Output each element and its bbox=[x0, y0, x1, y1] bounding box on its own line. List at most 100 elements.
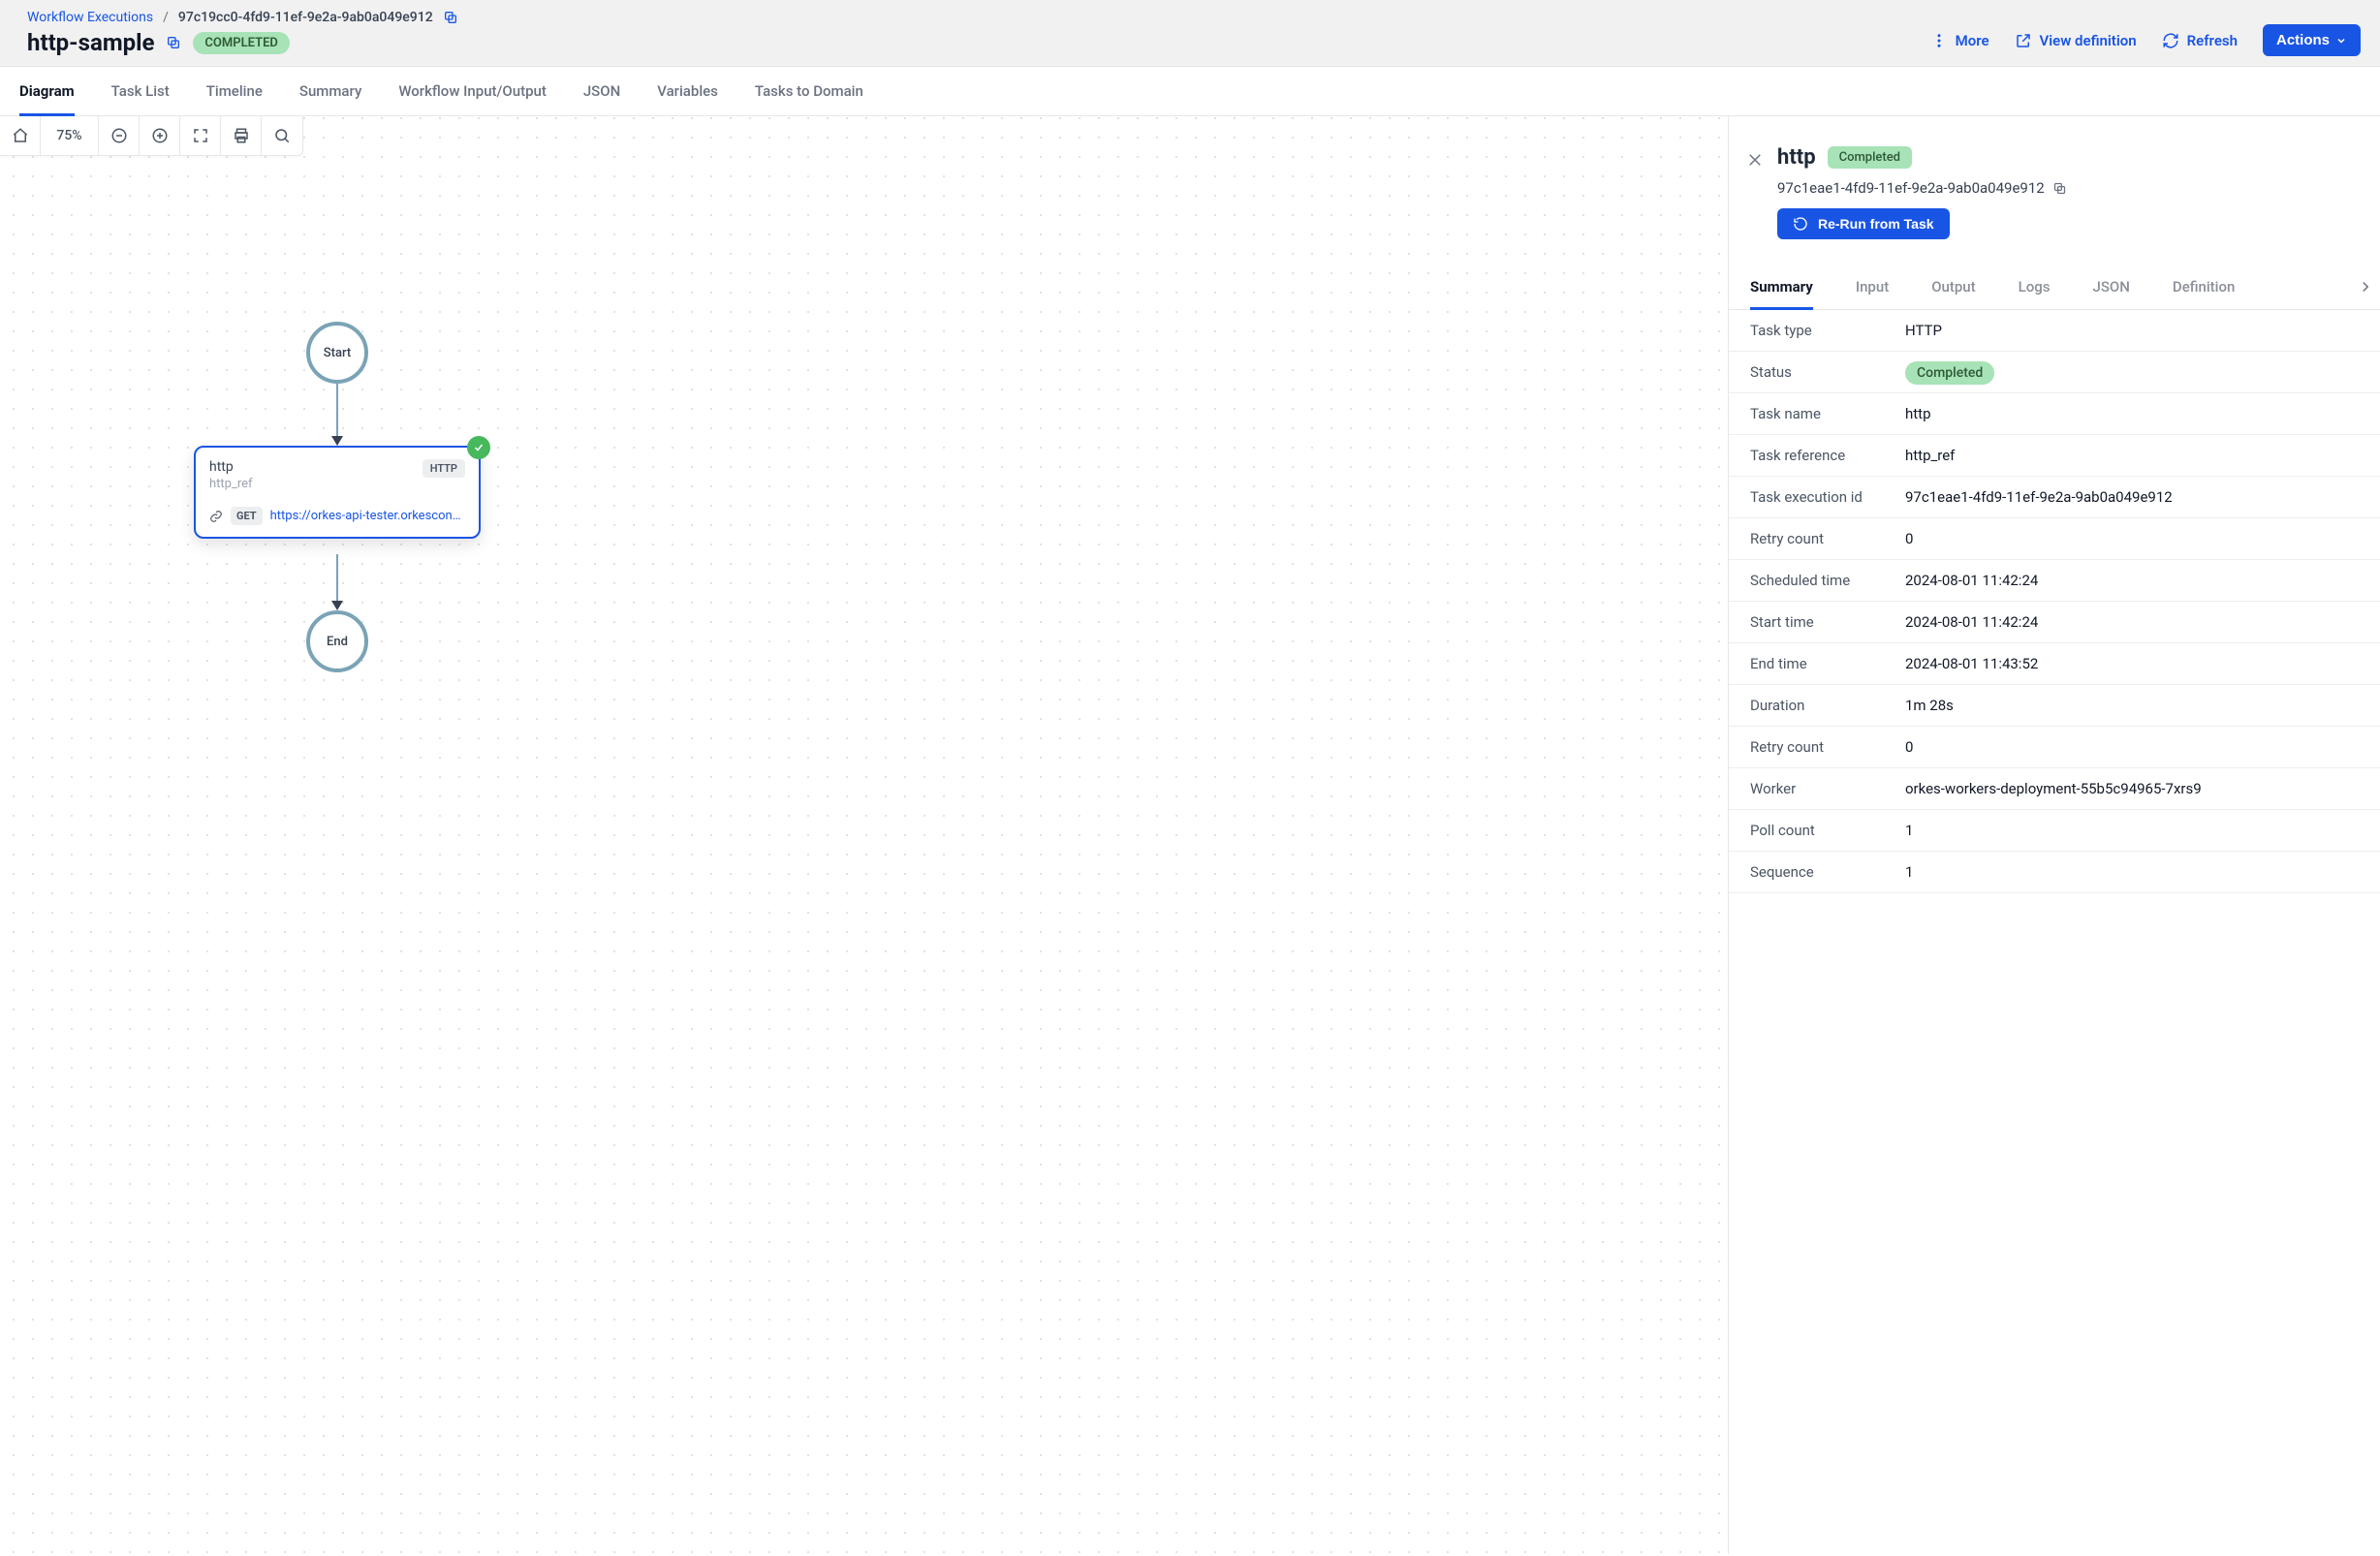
summary-value: Completed bbox=[1905, 363, 2359, 381]
summary-key: Worker bbox=[1750, 780, 1905, 797]
panel-tabs: Summary Input Output Logs JSON Definition bbox=[1729, 268, 2380, 310]
panel-tab-output[interactable]: Output bbox=[1931, 268, 1975, 310]
more-label: More bbox=[1956, 32, 1989, 49]
more-icon bbox=[1930, 32, 1948, 49]
summary-value: 1 bbox=[1905, 863, 2359, 881]
panel-tab-summary[interactable]: Summary bbox=[1750, 268, 1813, 310]
tab-diagram[interactable]: Diagram bbox=[19, 67, 75, 116]
check-icon bbox=[467, 436, 490, 459]
summary-value: 1 bbox=[1905, 822, 2359, 839]
summary-value: 0 bbox=[1905, 738, 2359, 756]
diagram-task-node[interactable]: http http_ref HTTP GET https://orkes-api… bbox=[194, 446, 481, 539]
close-icon[interactable] bbox=[1746, 151, 1764, 169]
refresh-button[interactable]: Refresh bbox=[2162, 32, 2238, 49]
summary-key: Poll count bbox=[1750, 822, 1905, 839]
tab-timeline[interactable]: Timeline bbox=[206, 67, 263, 116]
diagram-start-node[interactable]: Start bbox=[306, 322, 368, 384]
node-type-badge: HTTP bbox=[423, 459, 465, 478]
tab-variables[interactable]: Variables bbox=[657, 67, 718, 116]
summary-row: Retry count0 bbox=[1729, 518, 2380, 560]
main-tabs: Diagram Task List Timeline Summary Workflow … bbox=[0, 67, 2380, 116]
copy-title-icon[interactable] bbox=[166, 35, 181, 50]
task-status-badge: Completed bbox=[1828, 146, 1912, 169]
http-method-badge: GET bbox=[231, 507, 263, 525]
summary-row: Scheduled time2024-08-01 11:42:24 bbox=[1729, 560, 2380, 602]
summary-key: Scheduled time bbox=[1750, 572, 1905, 589]
copy-icon[interactable] bbox=[443, 10, 458, 25]
summary-value: 0 bbox=[1905, 530, 2359, 547]
summary-row: Start time2024-08-01 11:42:24 bbox=[1729, 602, 2380, 643]
summary-key: Task execution id bbox=[1750, 488, 1905, 506]
breadcrumb-separator: / bbox=[163, 10, 169, 25]
summary-row: Sequence1 bbox=[1729, 852, 2380, 893]
summary-value: orkes-workers-deployment-55b5c94965-7xrs… bbox=[1905, 780, 2359, 797]
panel-tab-json[interactable]: JSON bbox=[2093, 268, 2130, 310]
zoom-out-button[interactable] bbox=[99, 116, 140, 155]
zoom-percent[interactable]: 75% bbox=[41, 116, 99, 155]
search-button[interactable] bbox=[262, 116, 302, 155]
summary-key: Task type bbox=[1750, 322, 1905, 339]
rerun-icon bbox=[1793, 216, 1808, 232]
diagram-canvas[interactable]: 75% Start bbox=[0, 116, 1729, 1554]
panel-body: Task typeHTTPStatusCompletedTask namehtt… bbox=[1729, 310, 2380, 1554]
actions-button[interactable]: Actions bbox=[2263, 24, 2361, 56]
panel-tab-logs[interactable]: Logs bbox=[2019, 268, 2051, 310]
summary-key: Status bbox=[1750, 363, 1905, 381]
summary-value: http_ref bbox=[1905, 447, 2359, 464]
panel-tab-definition[interactable]: Definition bbox=[2173, 268, 2235, 310]
summary-row: Task typeHTTP bbox=[1729, 310, 2380, 352]
summary-row: Task referencehttp_ref bbox=[1729, 435, 2380, 477]
summary-key: Start time bbox=[1750, 613, 1905, 631]
home-button[interactable] bbox=[0, 116, 41, 155]
summary-row: End time2024-08-01 11:43:52 bbox=[1729, 643, 2380, 685]
summary-key: Sequence bbox=[1750, 863, 1905, 881]
breadcrumb-exec-id: 97c19cc0-4fd9-11ef-9e2a-9ab0a049e912 bbox=[178, 10, 433, 25]
tab-json[interactable]: JSON bbox=[583, 67, 620, 116]
chevron-right-icon[interactable] bbox=[2357, 278, 2374, 296]
breadcrumb: Workflow Executions / 97c19cc0-4fd9-11ef… bbox=[27, 10, 458, 25]
summary-row: Workerorkes-workers-deployment-55b5c9496… bbox=[1729, 768, 2380, 810]
summary-value: http bbox=[1905, 405, 2359, 422]
tab-workflow-input-output[interactable]: Workflow Input/Output bbox=[398, 67, 547, 116]
zoom-in-button[interactable] bbox=[140, 116, 180, 155]
summary-key: Retry count bbox=[1750, 530, 1905, 547]
external-link-icon bbox=[2015, 32, 2032, 49]
view-definition-label: View definition bbox=[2040, 32, 2137, 49]
chevron-down-icon bbox=[2335, 35, 2347, 47]
panel-tab-input[interactable]: Input bbox=[1856, 268, 1889, 310]
tab-tasks-to-domain[interactable]: Tasks to Domain bbox=[755, 67, 863, 116]
summary-row: Retry count0 bbox=[1729, 727, 2380, 768]
summary-key: Task name bbox=[1750, 405, 1905, 422]
task-execution-id: 97c1eae1-4fd9-11ef-9e2a-9ab0a049e912 bbox=[1777, 179, 2045, 197]
start-label: Start bbox=[324, 346, 351, 360]
node-ref: http_ref bbox=[209, 477, 253, 491]
summary-value: 2024-08-01 11:42:24 bbox=[1905, 613, 2359, 631]
page-header: Workflow Executions / 97c19cc0-4fd9-11ef… bbox=[0, 0, 2380, 67]
rerun-button[interactable]: Re-Run from Task bbox=[1777, 208, 1950, 239]
refresh-icon bbox=[2162, 32, 2179, 49]
summary-row: Poll count1 bbox=[1729, 810, 2380, 852]
summary-key: End time bbox=[1750, 655, 1905, 672]
copy-icon[interactable] bbox=[2052, 181, 2067, 196]
tab-task-list[interactable]: Task List bbox=[111, 67, 170, 116]
status-pill: Completed bbox=[1905, 361, 1994, 385]
arrow-icon bbox=[331, 436, 343, 446]
summary-key: Retry count bbox=[1750, 738, 1905, 756]
node-name: http bbox=[209, 459, 253, 475]
breadcrumb-root-link[interactable]: Workflow Executions bbox=[27, 10, 153, 25]
print-button[interactable] bbox=[221, 116, 262, 155]
summary-key: Task reference bbox=[1750, 447, 1905, 464]
refresh-label: Refresh bbox=[2187, 32, 2238, 49]
actions-label: Actions bbox=[2276, 32, 2330, 48]
fit-button[interactable] bbox=[180, 116, 221, 155]
panel-title: http bbox=[1777, 145, 1816, 170]
arrow-icon bbox=[331, 601, 343, 610]
diagram-edge bbox=[336, 554, 338, 603]
view-definition-button[interactable]: View definition bbox=[2015, 32, 2137, 49]
summary-key: Duration bbox=[1750, 697, 1905, 714]
summary-value: 2024-08-01 11:42:24 bbox=[1905, 572, 2359, 589]
more-menu[interactable]: More bbox=[1930, 32, 1989, 49]
diagram-end-node[interactable]: End bbox=[306, 610, 368, 672]
node-url[interactable]: https://orkes-api-tester.orkescondu... bbox=[270, 509, 465, 523]
tab-summary[interactable]: Summary bbox=[299, 67, 361, 116]
